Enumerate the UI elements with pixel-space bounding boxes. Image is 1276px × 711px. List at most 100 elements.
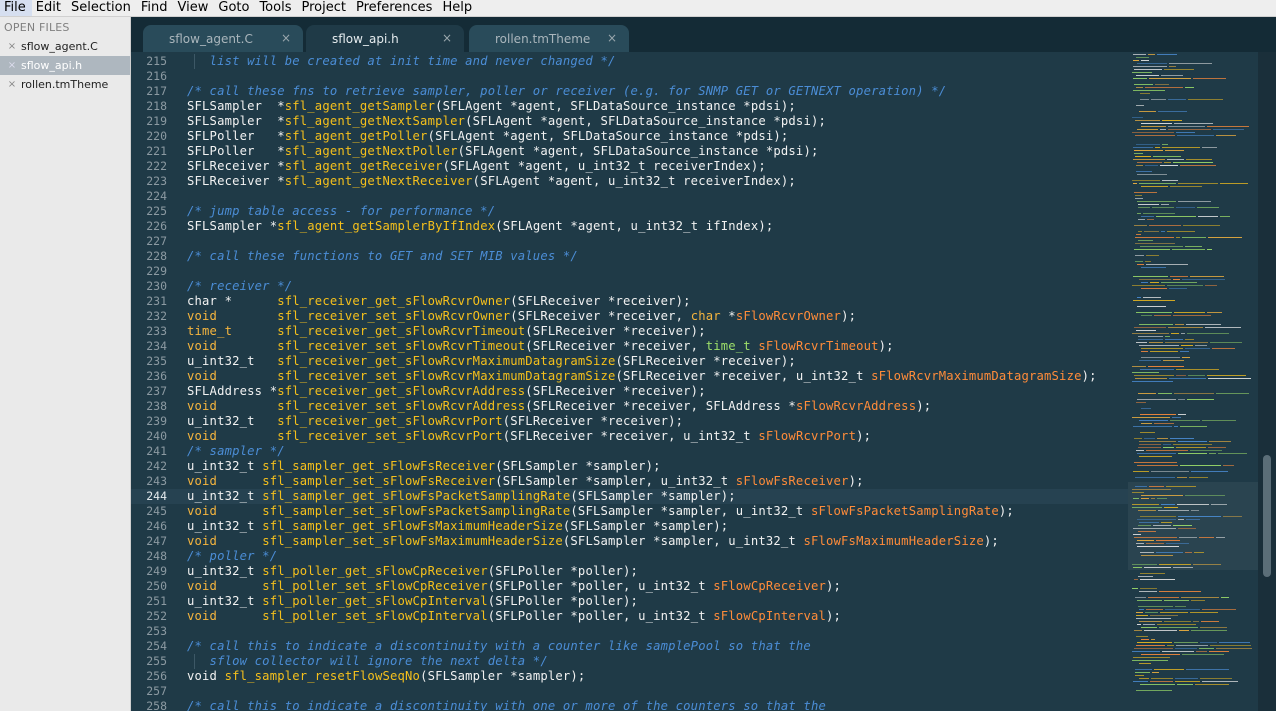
minimap-line xyxy=(1139,444,1161,445)
menu-tools[interactable]: Tools xyxy=(255,0,297,16)
tab-close-icon[interactable]: × xyxy=(607,31,617,45)
minimap-line xyxy=(1193,621,1199,622)
code-token: sFlowRcvrPort xyxy=(758,429,857,443)
code-token: (SFLSampler *sampler, u_int32_t xyxy=(495,474,736,488)
minimap-line xyxy=(1133,534,1141,535)
close-file-icon[interactable]: × xyxy=(7,60,17,71)
minimap-line xyxy=(1132,588,1138,589)
code-line: 233 time_t sfl_receiver_get_sFlowRcvrTime… xyxy=(131,324,1258,339)
minimap-line xyxy=(1178,399,1185,400)
code-text: /* poller */ xyxy=(187,549,277,564)
line-number: 256 xyxy=(146,669,167,683)
code-token: (SFLReceiver *receiver); xyxy=(502,414,684,428)
minimap-line xyxy=(1141,216,1154,217)
minimap-line xyxy=(1177,504,1209,505)
menu-selection[interactable]: Selection xyxy=(67,0,137,16)
code-token: void xyxy=(187,399,218,413)
minimap-line xyxy=(1185,339,1194,340)
minimap-line xyxy=(1137,174,1167,175)
code-token: (SFLAgent *agent, u_int32_t ifIndex); xyxy=(495,219,774,233)
close-file-icon[interactable]: × xyxy=(7,41,17,52)
open-file-item[interactable]: × rollen.tmTheme xyxy=(0,75,130,94)
code-text: list will be created at init time and ne… xyxy=(187,54,616,69)
line-number: 228 xyxy=(146,249,167,263)
minimap-line xyxy=(1187,333,1229,334)
code-token: ); xyxy=(841,309,857,323)
minimap-line xyxy=(1136,543,1144,544)
code-text: /* call this to indicate a discontinuity… xyxy=(187,699,826,711)
tab-3[interactable]: rollen.tmTheme × xyxy=(469,25,629,52)
minimap-line xyxy=(1155,147,1160,148)
open-file-item[interactable]: × sflow_agent.C xyxy=(0,37,130,56)
minimap-line xyxy=(1136,342,1147,343)
code-token: (SFLPoller *poller, u_int32_t xyxy=(487,579,714,593)
code-text: void sfl_receiver_set_sFlowRcvrOwner(SFL… xyxy=(187,309,856,324)
minimap-line xyxy=(1207,312,1222,313)
tab-1[interactable]: sflow_agent.C × xyxy=(143,25,303,52)
code-token: sFlowFsMaximumHeaderSize xyxy=(803,534,984,548)
minimap-line xyxy=(1220,216,1230,217)
menu-goto[interactable]: Goto xyxy=(214,0,255,16)
minimap-line xyxy=(1173,279,1180,280)
minimap-line xyxy=(1143,624,1155,625)
minimap-line xyxy=(1185,87,1194,88)
code-token: ); xyxy=(998,504,1014,518)
minimap-line xyxy=(1174,312,1205,313)
minimap-line xyxy=(1223,516,1242,517)
code-token: sFlowRcvrOwner xyxy=(735,309,842,323)
minimap-line xyxy=(1195,345,1207,346)
menu-edit[interactable]: Edit xyxy=(32,0,67,16)
code-token: SFLAddress * xyxy=(187,384,278,398)
menu-preferences[interactable]: Preferences xyxy=(352,0,438,16)
code-editor[interactable]: 215 list will be created at init time an… xyxy=(131,52,1258,711)
minimap-line xyxy=(1139,591,1157,592)
tab-close-icon[interactable]: × xyxy=(281,31,291,45)
minimap-line xyxy=(1152,207,1174,208)
code-token: (SFLSampler *sampler); xyxy=(562,519,729,533)
code-line: 226 SFLSampler *sfl_agent_getSamplerByIfI… xyxy=(131,219,1258,234)
minimap-line xyxy=(1136,165,1143,166)
minimap-line xyxy=(1161,522,1172,523)
open-file-item[interactable]: × sflow_api.h xyxy=(0,56,130,75)
minimap-line xyxy=(1164,507,1178,508)
minimap-line xyxy=(1139,279,1171,280)
minimap-line xyxy=(1210,342,1242,343)
minimap-line xyxy=(1168,327,1203,328)
minimap-line xyxy=(1151,99,1166,100)
code-token: sfl_sampler_set_sFlowFsReceiver xyxy=(262,474,496,488)
minimap-line xyxy=(1141,498,1149,499)
menu-project[interactable]: Project xyxy=(297,0,351,16)
menu-view[interactable]: View xyxy=(174,0,215,16)
menu-find[interactable]: Find xyxy=(137,0,174,16)
code-token: sfl_receiver_set_sFlowRcvrOwner xyxy=(277,309,511,323)
close-file-icon[interactable]: × xyxy=(7,79,17,90)
code-text: void sfl_receiver_set_sFlowRcvrAddress(S… xyxy=(187,399,931,414)
line-number: 255 xyxy=(146,654,167,668)
minimap-line xyxy=(1135,261,1143,262)
menu-file[interactable]: File xyxy=(0,0,32,16)
line-number: 230 xyxy=(146,279,167,293)
menu-help[interactable]: Help xyxy=(438,0,478,16)
minimap-line xyxy=(1139,456,1172,457)
minimap-line xyxy=(1147,219,1154,220)
minimap-line xyxy=(1220,183,1248,184)
minimap-line xyxy=(1137,162,1162,163)
code-line: 225 /* jump table access - for performanc… xyxy=(131,204,1258,219)
scrollbar-thumb[interactable] xyxy=(1263,455,1271,577)
code-token: ); xyxy=(848,474,864,488)
minimap-line xyxy=(1135,135,1175,136)
code-token: u_int32_t xyxy=(187,594,263,608)
code-token: (SFLAgent *agent, SFLDataSource_instance… xyxy=(457,144,819,158)
vertical-scrollbar[interactable] xyxy=(1258,52,1276,711)
minimap-line xyxy=(1193,78,1226,79)
tab-2[interactable]: sflow_api.h × xyxy=(306,25,464,52)
code-token: sflow collector will ignore the next del… xyxy=(187,654,548,668)
minimap-line xyxy=(1134,150,1163,151)
minimap-line xyxy=(1136,234,1141,235)
minimap[interactable] xyxy=(1128,52,1258,711)
minimap-line xyxy=(1139,441,1176,442)
minimap-line xyxy=(1143,297,1161,298)
tab-close-icon[interactable]: × xyxy=(442,31,452,45)
